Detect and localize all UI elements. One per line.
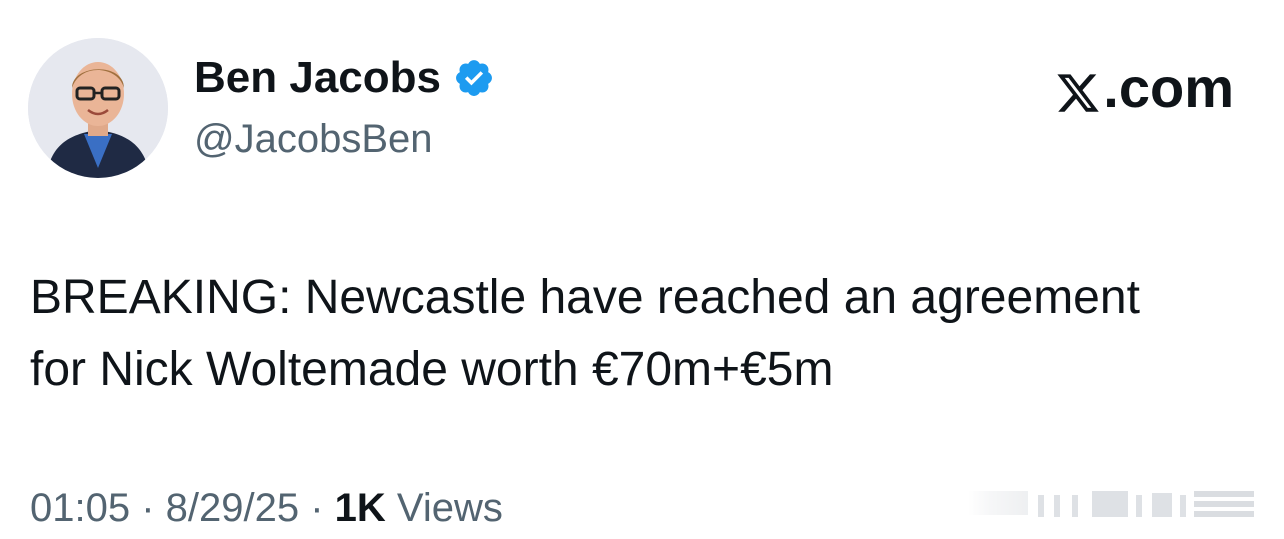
tweet-meta: 01:05 · 8/29/25 · 1K Views [30, 482, 503, 534]
verified-badge-icon [453, 57, 495, 99]
x-logo-text: .com [1103, 56, 1234, 119]
tweet-time[interactable]: 01:05 [30, 486, 130, 530]
avatar[interactable] [28, 38, 168, 178]
author-handle[interactable]: @JacobsBen [194, 114, 433, 164]
watermark-logo [968, 485, 1268, 525]
views-count[interactable]: 1K [335, 486, 386, 530]
x-logo-icon [1055, 65, 1101, 112]
views-label: Views [385, 486, 503, 530]
author-display-name[interactable]: Ben Jacobs [194, 52, 441, 104]
tweet-text-line-1: BREAKING: Newcastle have reached an agre… [30, 271, 1140, 324]
meta-separator: · [130, 486, 166, 530]
meta-separator: · [299, 486, 335, 530]
author-name-row[interactable]: Ben Jacobs [194, 52, 495, 104]
tweet-text-line-2: for Nick Woltemade worth €70m+€5m [30, 343, 834, 396]
x-logo: .com [1055, 56, 1234, 120]
tweet-text: BREAKING: Newcastle have reached an agre… [30, 262, 1270, 406]
avatar-photo [28, 38, 168, 178]
tweet-date[interactable]: 8/29/25 [166, 486, 299, 530]
